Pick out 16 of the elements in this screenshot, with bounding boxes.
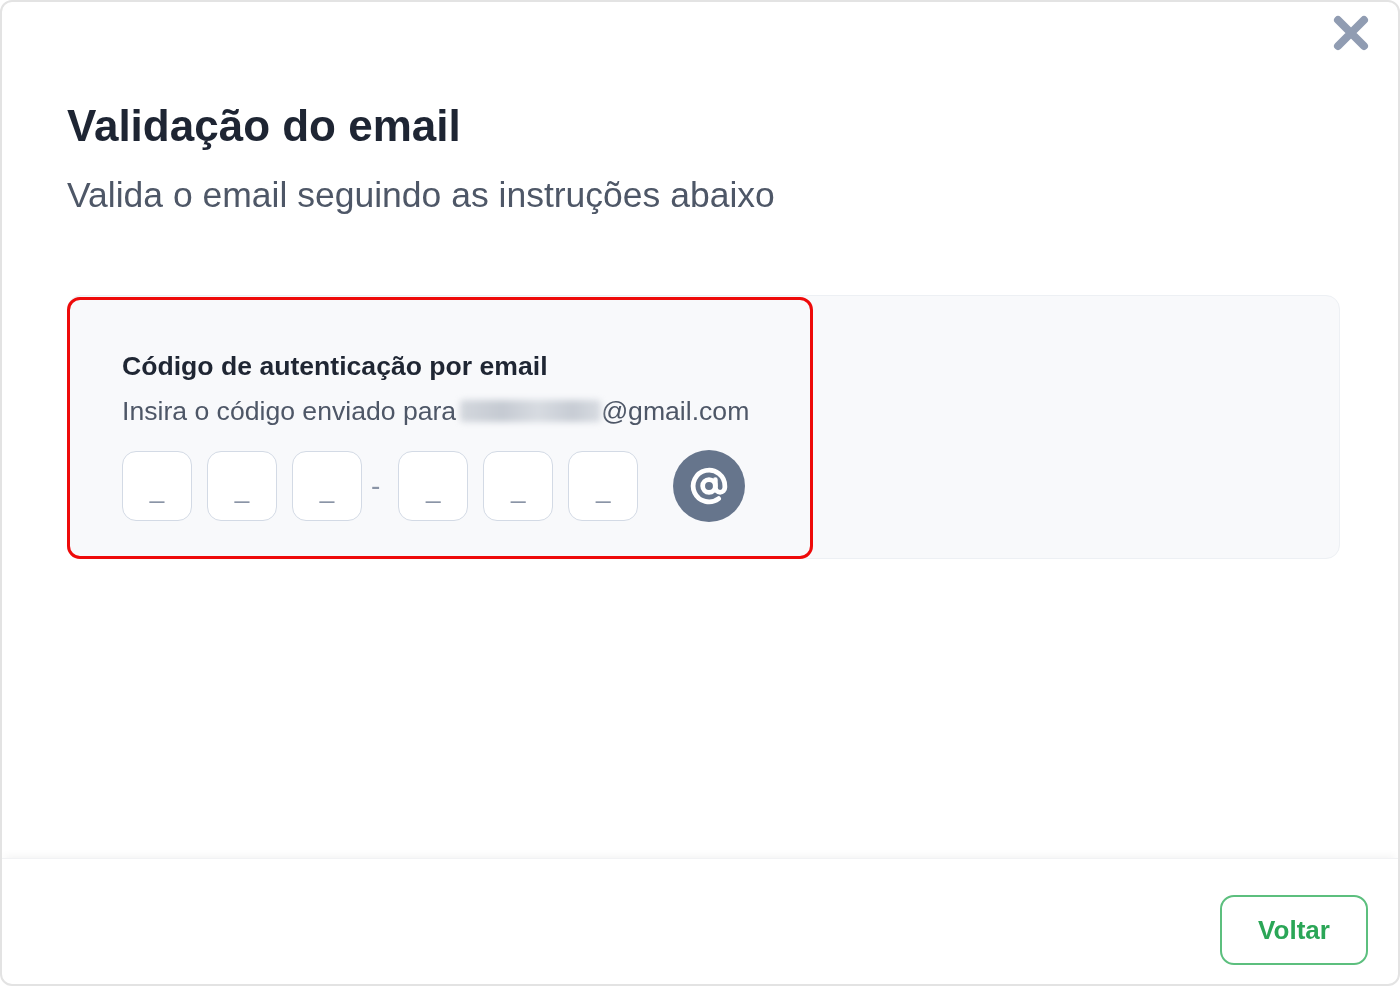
code-digit-field[interactable]: _	[292, 450, 362, 521]
dialog-title: Validação do email	[67, 99, 461, 152]
back-button[interactable]: Voltar	[1220, 895, 1368, 965]
code-digit-field[interactable]: _	[568, 450, 639, 521]
card-heading: Código de autenticação por email	[122, 350, 548, 382]
code-digit-field[interactable]: _	[122, 450, 192, 521]
at-sign-icon	[690, 466, 729, 505]
code-digit-field[interactable]: _	[398, 450, 469, 521]
code-digit-field[interactable]: _	[483, 450, 554, 521]
dialog-subtitle: Valida o email seguindo as instruções abaixo	[67, 174, 775, 217]
close-icon	[1332, 14, 1370, 52]
code-digit-field[interactable]: _	[207, 450, 277, 521]
email-domain-text: @gmail.com	[601, 395, 750, 427]
instruction-text: Insira o código enviado para	[122, 395, 457, 427]
close-button[interactable]	[1332, 14, 1370, 52]
separator-text: -	[371, 469, 381, 502]
